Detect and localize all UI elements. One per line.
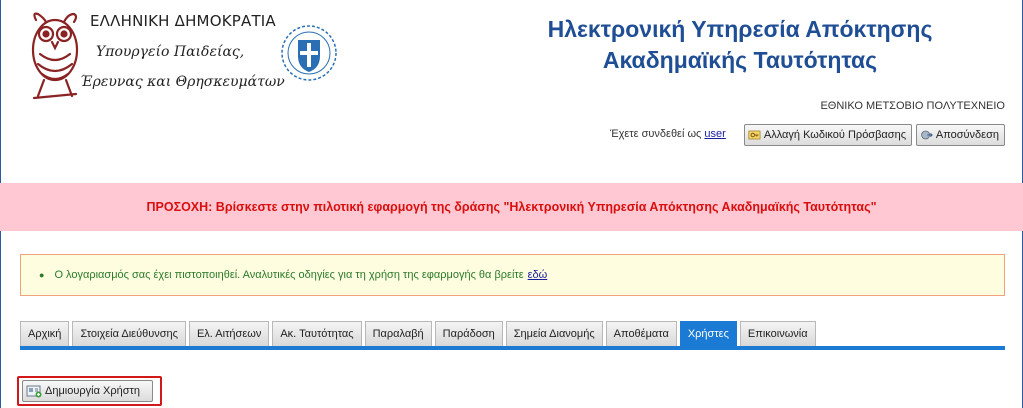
- pilot-warning-banner: ΠΡΟΣΟΧΗ: Βρίσκεστε στην πιλοτική εφαρμογ…: [0, 183, 1023, 231]
- tab-application-check[interactable]: Ελ. Αιτήσεων: [188, 321, 270, 346]
- create-user-label: Δημιουργία Χρήστη: [45, 385, 140, 397]
- logout-button[interactable]: Αποσύνδεση: [916, 124, 1005, 146]
- service-title-line-1: Ηλεκτρονική Υπηρεσία Απόκτησης: [547, 16, 933, 42]
- ministry-logo: ΕΛΛΗΝΙΚΗ ΔΗΜΟΚΡΑΤΙΑ Υπουργείο Παιδείας, …: [24, 8, 337, 100]
- pilot-warning-text: ΠΡΟΣΟΧΗ: Βρίσκεστε στην πιλοτική εφαρμογ…: [146, 200, 877, 214]
- change-password-button[interactable]: Αλλαγή Κωδικού Πρόσβασης: [744, 124, 912, 146]
- instructions-link[interactable]: εδώ: [528, 269, 548, 281]
- logo-country-text: ΕΛΛΗΝΙΚΗ ΔΗΜΟΚΡΑΤΙΑ: [90, 12, 276, 30]
- tab-delivery[interactable]: Παράδοση: [434, 321, 503, 346]
- tab-address-details[interactable]: Στοιχεία Διεύθυνσης: [72, 321, 186, 346]
- owl-logo-icon: [31, 12, 79, 100]
- account-info-text: Ο λογαριασμός σας έχει πιστοποιηθεί. Ανα…: [54, 269, 524, 281]
- logo-ministry-text: Υπουργείο Παιδείας,: [96, 44, 245, 60]
- institution-name: ΕΘΝΙΚΟ ΜΕΤΣΟΒΙΟ ΠΟΛΥΤΕΧΝΕΙΟ: [820, 100, 1005, 112]
- tab-receipt[interactable]: Παραλαβή: [364, 321, 432, 346]
- tab-distribution-points[interactable]: Σημεία Διανομής: [505, 321, 603, 346]
- tab-users[interactable]: Χρήστες: [679, 321, 737, 346]
- add-user-icon: [26, 385, 42, 398]
- account-info-box: ● Ο λογαριασμός σας έχει πιστοποιηθεί. Α…: [20, 254, 1005, 296]
- logo-ministry-text-2: Έρευνας και Θρησκευμάτων: [80, 74, 285, 90]
- tab-stock[interactable]: Αποθέματα: [605, 321, 677, 346]
- change-password-label: Αλλαγή Κωδικού Πρόσβασης: [763, 129, 906, 141]
- logout-icon: [921, 130, 933, 140]
- tab-home[interactable]: Αρχική: [20, 321, 70, 346]
- main-tabs: Αρχική Στοιχεία Διεύθυνσης Ελ. Αιτήσεων …: [20, 321, 816, 346]
- create-user-button[interactable]: Δημιουργία Χρήστη: [22, 380, 153, 402]
- key-icon: [748, 130, 761, 140]
- username-link[interactable]: user: [704, 128, 725, 140]
- logged-in-label: Έχετε συνδεθεί ως: [610, 128, 702, 140]
- logout-label: Αποσύνδεση: [935, 129, 999, 141]
- tab-contact[interactable]: Επικοινωνία: [739, 321, 816, 346]
- service-title-line-2: Ακαδημαϊκής Ταυτότητας: [602, 47, 878, 73]
- logged-in-status: Έχετε συνδεθεί ως user: [610, 128, 726, 140]
- service-title: Ηλεκτρονική Υπηρεσία Απόκτησης Ακαδημαϊκ…: [500, 14, 980, 76]
- bullet-icon: ●: [39, 270, 45, 280]
- tabs-underline: [20, 346, 1005, 350]
- greek-emblem-icon: [281, 25, 337, 81]
- tab-academic-id[interactable]: Ακ. Ταυτότητας: [272, 321, 362, 346]
